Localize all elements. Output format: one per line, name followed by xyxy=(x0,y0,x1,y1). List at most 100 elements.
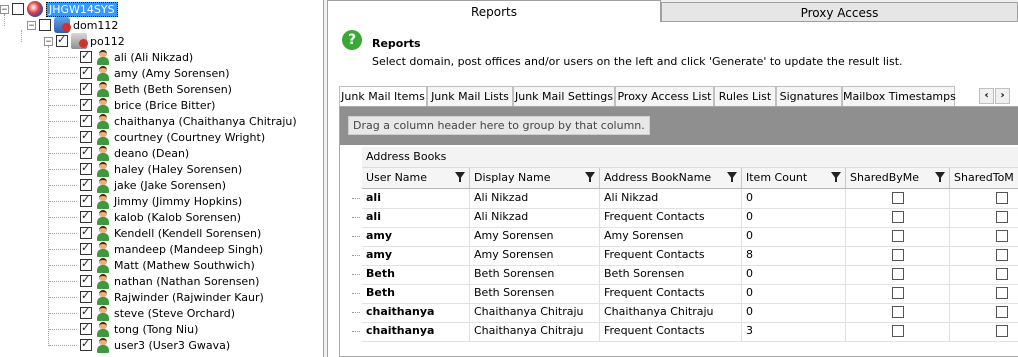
column-header-shared-by-me[interactable]: SharedByMe xyxy=(846,168,950,188)
tree-checkbox[interactable] xyxy=(80,257,92,271)
tree-checkbox[interactable] xyxy=(80,129,92,143)
table-row[interactable]: Beth Beth Sorensen Frequent Contacts 0 xyxy=(362,284,1018,304)
tree-node-user[interactable]: courtney (Courtney Wright) xyxy=(80,129,265,145)
shared-by-me-checkbox[interactable] xyxy=(892,230,904,242)
tree-node-user[interactable]: steve (Steve Orchard) xyxy=(80,305,235,321)
tree-connector xyxy=(49,185,77,186)
org-tree-panel[interactable]: − JHGW14SYS − dom112 − po112 ali (Ali Ni… xyxy=(0,0,324,357)
column-header-item-count[interactable]: Item Count xyxy=(742,168,846,188)
subtab-proxy-access-list[interactable]: Proxy Access List xyxy=(615,86,714,106)
tree-node-user[interactable]: haley (Haley Sorensen) xyxy=(80,161,242,177)
shared-to-me-checkbox[interactable] xyxy=(996,287,1008,299)
tree-checkbox[interactable] xyxy=(80,161,92,175)
subtab-rules-list[interactable]: Rules List xyxy=(714,86,776,106)
tree-node-user[interactable]: kalob (Kalob Sorensen) xyxy=(80,209,241,225)
table-row[interactable]: Beth Beth Sorensen Beth Sorensen 0 xyxy=(362,265,1018,285)
shared-to-me-checkbox[interactable] xyxy=(996,230,1008,242)
tree-node-user[interactable]: mandeep (Mandeep Singh) xyxy=(80,241,263,257)
column-header-display-name[interactable]: Display Name xyxy=(470,168,600,188)
shared-by-me-checkbox[interactable] xyxy=(892,192,904,204)
table-row[interactable]: amy Amy Sorensen Frequent Contacts 8 xyxy=(362,246,1018,266)
subtab-signatures[interactable]: Signatures xyxy=(776,86,842,106)
tab-proxy-access[interactable]: Proxy Access xyxy=(661,2,1018,22)
tree-node-user[interactable]: ali (Ali Nikzad) xyxy=(80,49,193,65)
table-row[interactable]: amy Amy Sorensen Amy Sorensen 0 xyxy=(362,227,1018,247)
tree-checkbox[interactable] xyxy=(80,225,92,239)
shared-by-me-checkbox[interactable] xyxy=(892,306,904,318)
tree-node-user[interactable]: Beth (Beth Sorensen) xyxy=(80,81,232,97)
subtab-junk-mail-settings[interactable]: Junk Mail Settings xyxy=(513,86,615,106)
tree-checkbox[interactable] xyxy=(80,337,92,351)
shared-to-me-checkbox[interactable] xyxy=(996,325,1008,337)
tree-checkbox[interactable] xyxy=(80,209,92,223)
table-row[interactable]: ali Ali Nikzad Ali Nikzad 0 xyxy=(362,189,1018,209)
shared-to-me-checkbox[interactable] xyxy=(996,192,1008,204)
tab-scroll-left-button[interactable]: ‹ xyxy=(979,88,994,104)
collapse-toggle[interactable]: − xyxy=(44,36,53,46)
filter-icon[interactable] xyxy=(831,172,841,182)
shared-to-me-checkbox[interactable] xyxy=(996,211,1008,223)
tree-checkbox[interactable] xyxy=(80,321,92,335)
tree-node-user[interactable]: amy (Amy Sorensen) xyxy=(80,65,230,81)
tree-checkbox[interactable] xyxy=(80,177,92,191)
collapse-toggle[interactable]: − xyxy=(27,20,36,30)
tree-checkbox[interactable] xyxy=(80,193,92,207)
tree-node-user[interactable]: deano (Dean) xyxy=(80,145,189,161)
group-by-panel[interactable]: Drag a column header here to group by th… xyxy=(340,107,1018,145)
shared-by-me-checkbox[interactable] xyxy=(892,268,904,280)
tree-checkbox[interactable] xyxy=(80,305,92,319)
user-icon xyxy=(95,177,111,193)
tab-reports[interactable]: Reports xyxy=(327,0,661,22)
user-icon xyxy=(95,225,111,241)
tree-node-user[interactable]: chaithanya (Chaithanya Chitraju) xyxy=(80,113,297,129)
tree-node-user[interactable]: Jimmy (Jimmy Hopkins) xyxy=(80,193,242,209)
subtab-junk-mail-lists[interactable]: Junk Mail Lists xyxy=(427,86,513,106)
tree-node-user[interactable]: nathan (Nathan Sorensen) xyxy=(80,273,259,289)
tree-checkbox[interactable] xyxy=(12,3,24,15)
tab-scroll-right-button[interactable]: › xyxy=(995,88,1010,104)
tree-checkbox[interactable] xyxy=(80,241,92,255)
tree-node-user[interactable]: jake (Jake Sorensen) xyxy=(80,177,226,193)
column-header-shared-to-me[interactable]: SharedToM xyxy=(950,168,1018,188)
table-row[interactable]: chaithanya Chaithanya Chitraju Chaithanya … xyxy=(362,303,1018,323)
tree-checkbox[interactable] xyxy=(80,289,92,303)
tree-node-user[interactable]: user3 (User3 Gwava) xyxy=(80,337,230,353)
tree-checkbox[interactable] xyxy=(39,19,51,31)
shared-by-me-checkbox[interactable] xyxy=(892,325,904,337)
tree-node-user[interactable]: Matt (Mathew Southwich) xyxy=(80,257,255,273)
column-header-user-name[interactable]: User Name xyxy=(362,168,470,188)
tree-node-system[interactable]: − JHGW14SYS xyxy=(0,1,118,17)
tree-node-domain[interactable]: − dom112 xyxy=(27,17,118,33)
tree-node-user[interactable]: Kendell (Kendell Sorensen) xyxy=(80,225,261,241)
column-header-address-book-name[interactable]: Address BookName xyxy=(600,168,742,188)
shared-to-me-checkbox[interactable] xyxy=(996,268,1008,280)
tree-checkbox[interactable] xyxy=(80,145,92,159)
tree-checkbox[interactable] xyxy=(80,113,92,127)
tree-checkbox[interactable] xyxy=(80,65,92,79)
filter-icon[interactable] xyxy=(935,172,945,182)
table-row[interactable]: ali Ali Nikzad Frequent Contacts 0 xyxy=(362,208,1018,228)
tree-checkbox[interactable] xyxy=(80,81,92,95)
shared-by-me-checkbox[interactable] xyxy=(892,211,904,223)
filter-icon[interactable] xyxy=(455,172,465,182)
shared-by-me-checkbox[interactable] xyxy=(892,287,904,299)
filter-icon[interactable] xyxy=(727,172,737,182)
table-row[interactable]: chaithanya Chaithanya Chitraju Frequent Co… xyxy=(362,322,1018,342)
tree-checkbox[interactable] xyxy=(80,97,92,111)
collapse-toggle[interactable]: − xyxy=(0,4,9,14)
subtab-mailbox-timestamps[interactable]: Mailbox Timestamps xyxy=(842,86,956,106)
shared-to-me-checkbox[interactable] xyxy=(996,306,1008,318)
tree-checkbox[interactable] xyxy=(80,273,92,287)
tree-node-post-office[interactable]: − po112 xyxy=(44,33,125,49)
shared-by-me-checkbox[interactable] xyxy=(892,249,904,261)
tree-node-user[interactable]: brice (Brice Bitter) xyxy=(80,97,215,113)
tree-checkbox[interactable] xyxy=(56,33,68,47)
tree-node-user[interactable]: Rajwinder (Rajwinder Kaur) xyxy=(80,289,264,305)
user-icon xyxy=(95,65,111,81)
cell-book: Ali Nikzad xyxy=(600,189,742,208)
subtab-junk-mail-items[interactable]: Junk Mail Items xyxy=(339,86,427,106)
shared-to-me-checkbox[interactable] xyxy=(996,249,1008,261)
tree-node-user[interactable]: tong (Tong Niu) xyxy=(80,321,198,337)
filter-icon[interactable] xyxy=(585,172,595,182)
tree-checkbox[interactable] xyxy=(80,49,92,63)
